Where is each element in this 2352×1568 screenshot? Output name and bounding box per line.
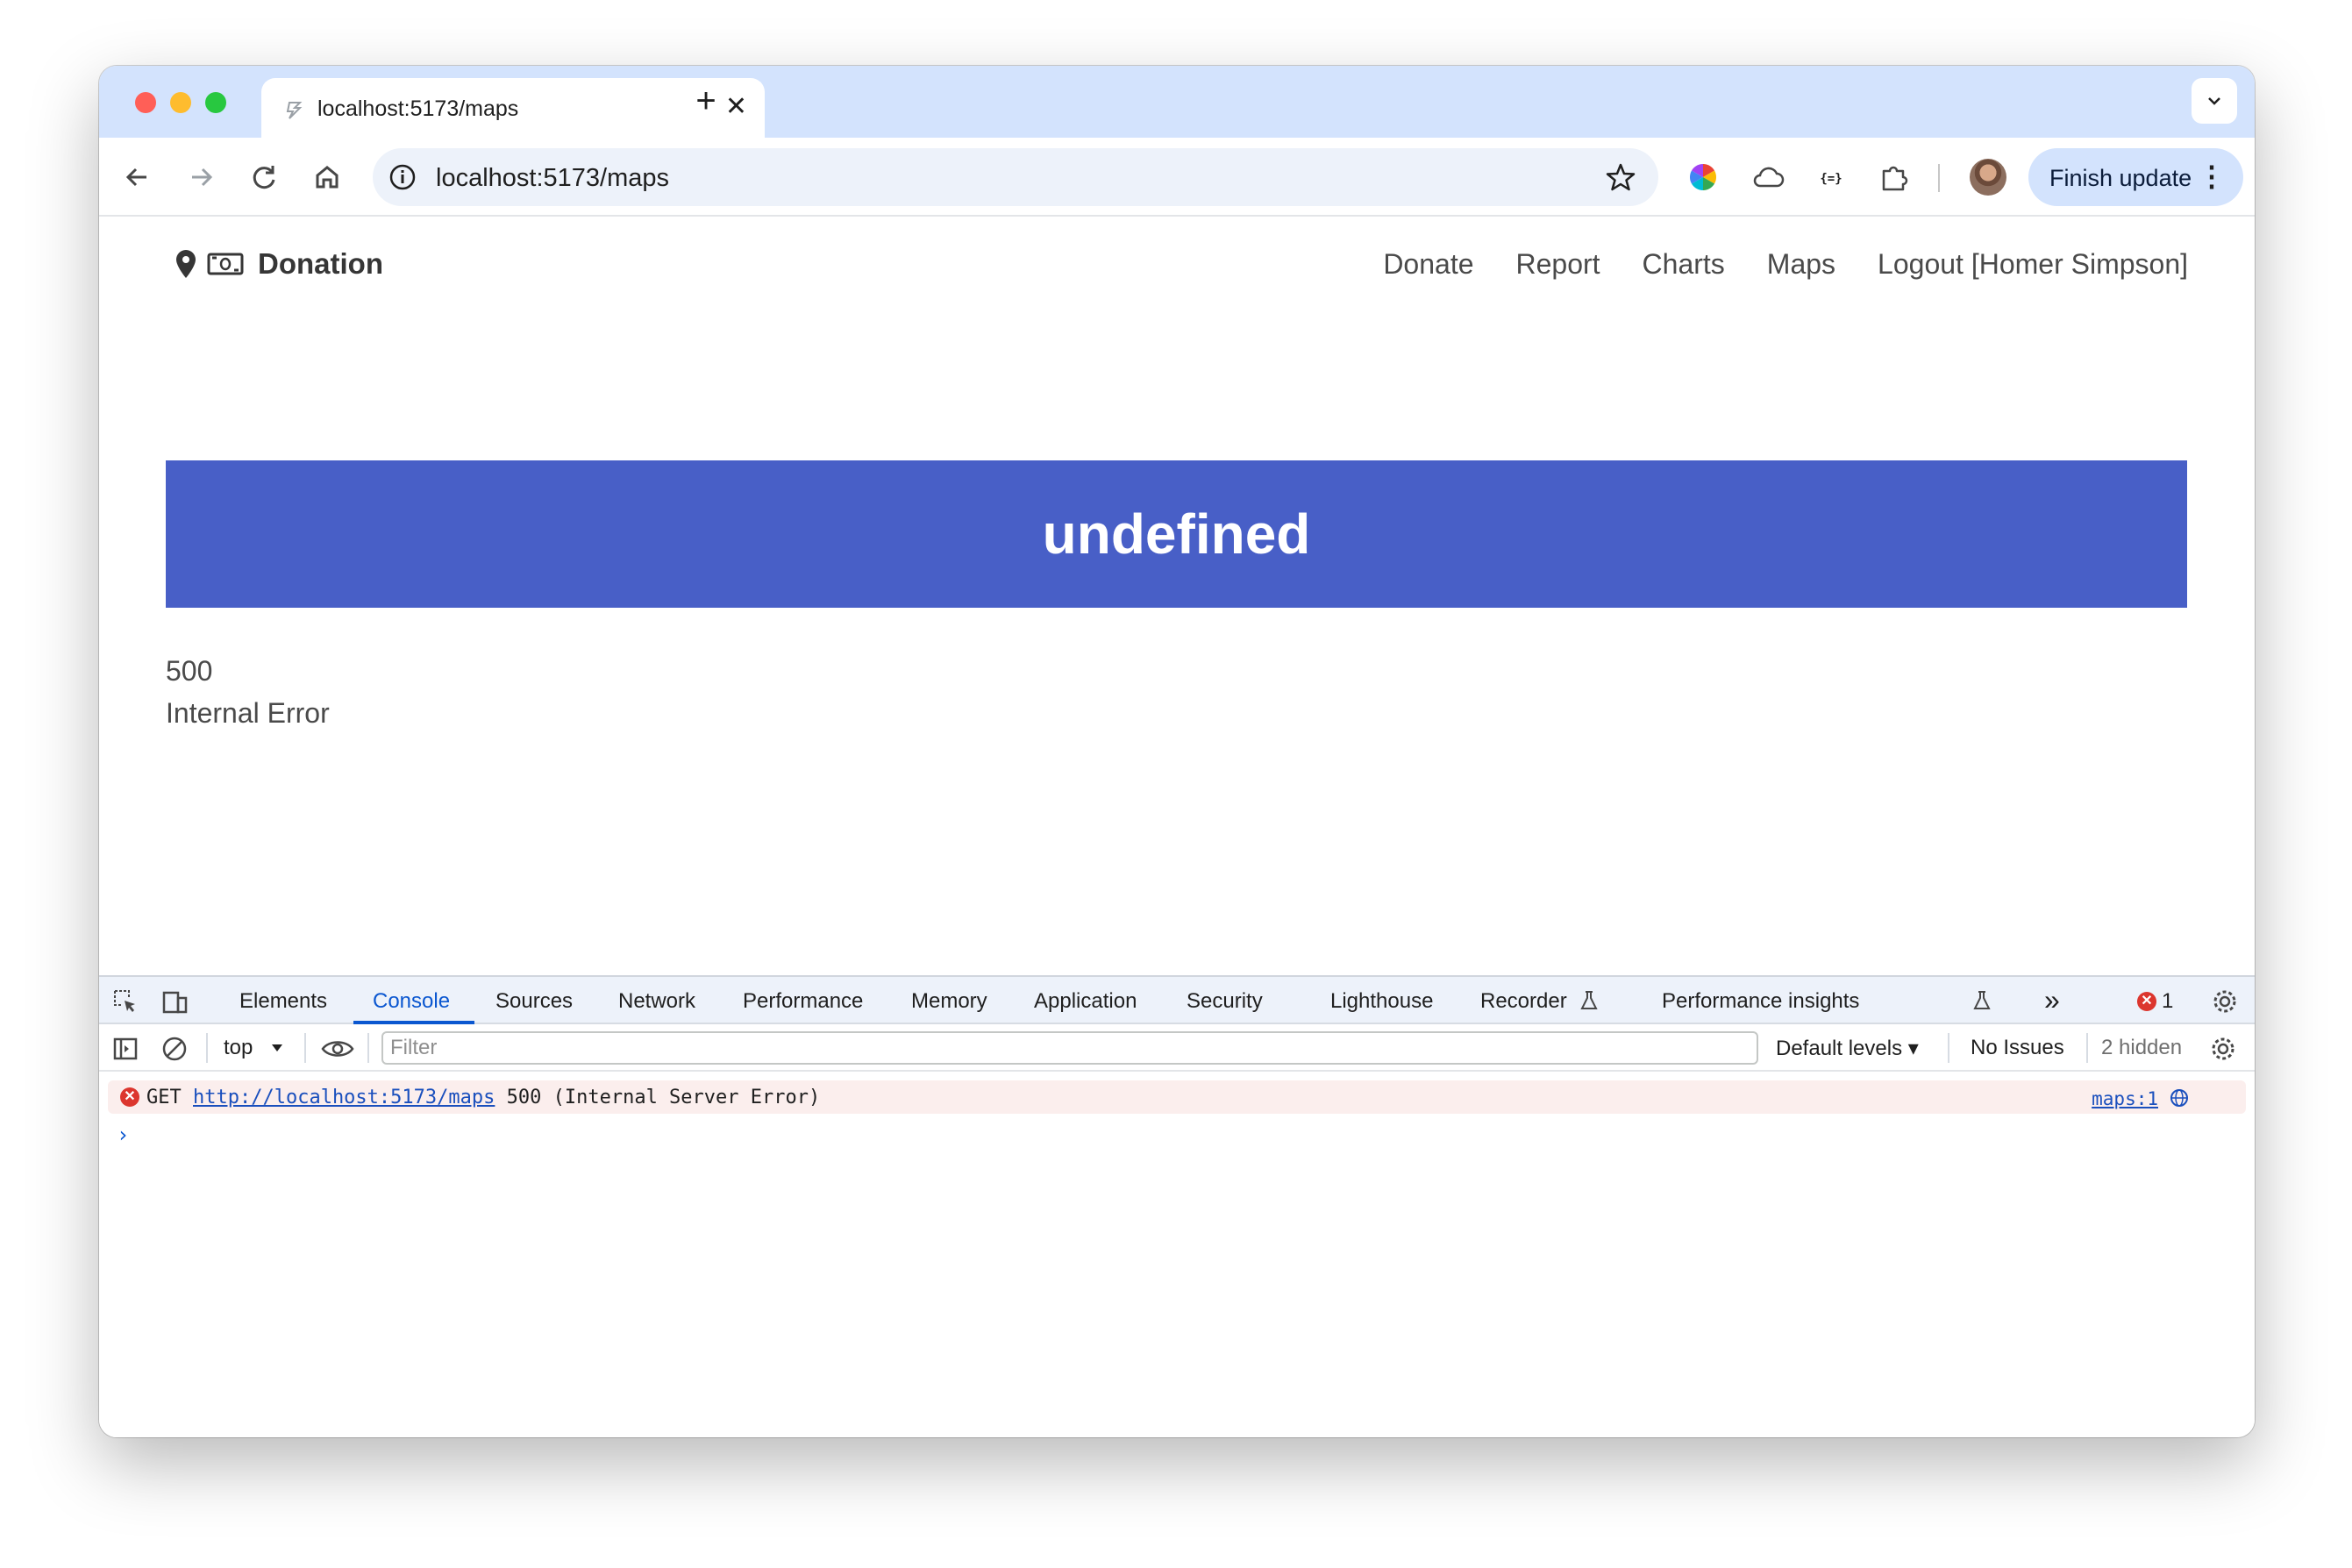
money-icon [207, 252, 244, 276]
tab-strip: localhost:5173/maps ✕ + [99, 66, 2255, 138]
nav-charts[interactable]: Charts [1643, 248, 1725, 281]
inspect-icon[interactable] [111, 987, 139, 1016]
console-toolbar: top Default levels ▾ No Issues 2 hidden [99, 1024, 2255, 1072]
hero-title: undefined [1042, 502, 1311, 566]
close-window-button[interactable] [135, 92, 156, 113]
toolbar-separator [304, 1033, 306, 1063]
error-counter[interactable]: ✕ 1 [2137, 989, 2173, 1014]
log-levels-dropdown[interactable]: Default levels ▾ [1776, 1036, 1919, 1061]
issues-button[interactable]: No Issues [1971, 1036, 2064, 1060]
forward-icon[interactable] [181, 157, 221, 197]
context-selector[interactable]: top [224, 1036, 253, 1060]
console-message-text: GET http://localhost:5173/maps 500 (Inte… [146, 1087, 820, 1108]
eye-icon[interactable] [320, 1035, 355, 1063]
chevron-down-icon[interactable] [267, 1038, 287, 1058]
url-text[interactable]: localhost:5173/maps [436, 164, 669, 193]
toolbar-separator [2086, 1033, 2088, 1063]
tab-network[interactable]: Network [618, 989, 695, 1014]
color-wheel-icon[interactable] [1685, 159, 1721, 196]
gear-icon[interactable] [2209, 1035, 2237, 1063]
device-icon[interactable] [160, 987, 189, 1016]
tab-close-icon[interactable]: ✕ [725, 92, 747, 122]
tab-memory[interactable]: Memory [911, 989, 987, 1014]
flask-icon [1971, 989, 1993, 1012]
source-link[interactable]: maps:1 [2092, 1088, 2158, 1109]
profile-avatar[interactable] [1970, 159, 2006, 196]
console-prompt[interactable]: › [117, 1123, 129, 1147]
globe-icon[interactable] [2169, 1087, 2190, 1108]
tab-title: localhost:5173/maps [317, 96, 519, 121]
main-nav: Donate Report Charts Maps Logout [Homer … [1383, 248, 2188, 281]
hidden-messages-count: 2 hidden [2101, 1036, 2183, 1059]
minimize-window-button[interactable] [170, 92, 191, 113]
toolbar-divider [1938, 164, 1940, 192]
error-icon: ✕ [2137, 992, 2156, 1011]
console-filter-input[interactable] [381, 1031, 1758, 1065]
tab-lighthouse[interactable]: Lighthouse [1330, 989, 1433, 1014]
pin-icon [174, 248, 198, 280]
kebab-icon[interactable]: ⋮ [2198, 160, 2226, 192]
brand-name: Donation [258, 247, 383, 280]
info-icon[interactable] [387, 161, 418, 193]
page-favicon-icon [282, 97, 307, 122]
clear-icon[interactable] [160, 1035, 189, 1063]
tab-performance-insights[interactable]: Performance insights [1662, 989, 1859, 1014]
flask-icon [1578, 989, 1600, 1012]
error-icon: ✕ [120, 1087, 139, 1107]
request-status: 500 (Internal Server Error) [506, 1087, 821, 1108]
error-count: 1 [2162, 989, 2174, 1013]
toolbar-separator [1948, 1033, 1949, 1063]
hero-banner: undefined [166, 460, 2187, 608]
brand-link[interactable]: Donation [174, 246, 383, 282]
nav-report[interactable]: Report [1516, 248, 1600, 281]
tab-application[interactable]: Application [1034, 989, 1137, 1014]
svg-text:{=}: {=} [1820, 172, 1842, 186]
nav-donate[interactable]: Donate [1383, 248, 1473, 281]
gear-icon[interactable] [2211, 987, 2239, 1016]
braces-icon[interactable]: {=} [1813, 159, 1850, 196]
browser-window: localhost:5173/maps ✕ + localhost:5173/m… [99, 66, 2255, 1437]
toolbar-separator [206, 1033, 208, 1063]
nav-logout[interactable]: Logout [Homer Simpson] [1878, 248, 2188, 281]
sidebar-icon[interactable] [111, 1035, 139, 1063]
toolbar-separator [367, 1033, 369, 1063]
tab-search-button[interactable] [2192, 78, 2237, 124]
console-error-message: ✕ GET http://localhost:5173/maps 500 (In… [108, 1080, 2246, 1114]
finish-update-label: Finish update [2049, 165, 2192, 191]
tab-elements[interactable]: Elements [239, 989, 327, 1014]
request-method: GET [146, 1087, 182, 1108]
tab-performance[interactable]: Performance [743, 989, 863, 1014]
nav-maps[interactable]: Maps [1767, 248, 1835, 281]
cloud-icon[interactable] [1750, 159, 1786, 196]
request-url-link[interactable]: http://localhost:5173/maps [193, 1087, 495, 1108]
devtools-tabbar: Elements Console Sources Network Perform… [99, 977, 2255, 1024]
more-tabs-button[interactable]: » [2044, 984, 2060, 1016]
star-icon[interactable] [1604, 160, 1637, 194]
page-content: Donation Donate Report Charts Maps Logou… [99, 217, 2255, 975]
zoom-window-button[interactable] [205, 92, 226, 113]
devtools-panel: Elements Console Sources Network Perform… [99, 975, 2255, 1437]
address-bar[interactable]: localhost:5173/maps [373, 148, 1658, 206]
back-icon[interactable] [118, 157, 158, 197]
tab-recorder[interactable]: Recorder [1480, 989, 1567, 1014]
tab-console[interactable]: Console [373, 989, 450, 1014]
error-message: Internal Error [166, 697, 330, 729]
puzzle-icon[interactable] [1876, 159, 1913, 196]
new-tab-button[interactable]: + [687, 82, 725, 120]
home-icon[interactable] [307, 157, 347, 197]
browser-toolbar: localhost:5173/maps {=} Finish update ⋮ [99, 138, 2255, 217]
tab-security[interactable]: Security [1187, 989, 1263, 1014]
tab-sources[interactable]: Sources [495, 989, 573, 1014]
error-status-code: 500 [166, 655, 213, 687]
finish-update-button[interactable]: Finish update ⋮ [2028, 148, 2243, 206]
reload-icon[interactable] [244, 157, 284, 197]
